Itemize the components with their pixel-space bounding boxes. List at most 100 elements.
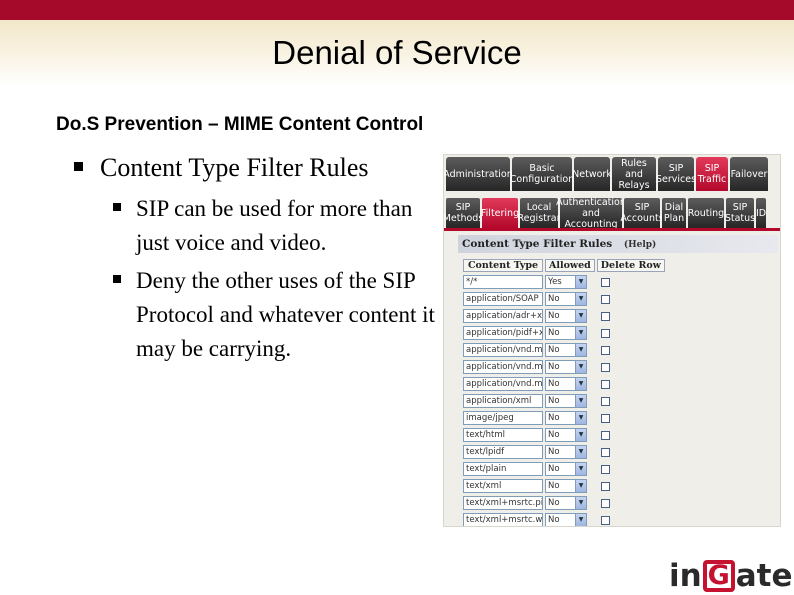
allowed-cell: No ▼ xyxy=(545,513,595,526)
delete-row-checkbox[interactable] xyxy=(600,345,610,355)
content-type-input[interactable]: application/vnd.m xyxy=(463,377,543,391)
delete-row-checkbox[interactable] xyxy=(600,447,610,457)
chevron-down-icon[interactable]: ▼ xyxy=(575,327,586,339)
table-row: application/vnd.m No ▼ xyxy=(463,377,665,391)
chevron-down-icon[interactable]: ▼ xyxy=(575,480,586,492)
tab-sip-traffic[interactable]: SIP Traffic xyxy=(696,157,728,191)
content-type-input[interactable]: text/plain xyxy=(463,462,543,476)
allowed-select[interactable]: No ▼ xyxy=(545,377,587,391)
main-tab-bar: Administration Basic Configuration Network… xyxy=(444,157,780,191)
allowed-select[interactable]: No ▼ xyxy=(545,292,587,306)
tab-sip-accounts[interactable]: SIP Accounts xyxy=(620,198,664,228)
allowed-select[interactable]: No ▼ xyxy=(545,309,587,323)
delete-row-checkbox[interactable] xyxy=(600,481,610,491)
table-row: text/xml+msrtc.pi No ▼ xyxy=(463,496,665,510)
tab-routing[interactable]: Routing xyxy=(688,198,724,228)
delete-row-cell xyxy=(597,309,665,323)
chevron-down-icon[interactable]: ▼ xyxy=(575,310,586,322)
tab-id[interactable]: ID xyxy=(756,198,766,228)
content-type-input[interactable]: text/lpidf xyxy=(463,445,543,459)
tab-network[interactable]: Network xyxy=(572,157,612,191)
table-row: application/pidf+xml No ▼ xyxy=(463,326,665,340)
content-type-input[interactable]: text/xml+msrtc.pi xyxy=(463,496,543,510)
delete-row-checkbox[interactable] xyxy=(600,328,610,338)
delete-row-cell xyxy=(597,462,665,476)
allowed-select-value: No xyxy=(548,328,560,338)
chevron-down-icon[interactable]: ▼ xyxy=(575,378,586,390)
bullet-main-text: Content Type Filter Rules xyxy=(100,153,369,182)
content-type-input[interactable]: application/xml xyxy=(463,394,543,408)
allowed-select[interactable]: No ▼ xyxy=(545,343,587,357)
content-type-input[interactable]: application/vnd.m xyxy=(463,343,543,357)
tab-authentication-and-accounting[interactable]: Authentication and Accounting xyxy=(556,197,626,230)
allowed-select[interactable]: No ▼ xyxy=(545,445,587,459)
chevron-down-icon[interactable]: ▼ xyxy=(575,344,586,356)
delete-row-checkbox[interactable] xyxy=(600,498,610,508)
allowed-select[interactable]: No ▼ xyxy=(545,411,587,425)
allowed-select-value: No xyxy=(548,515,560,525)
delete-row-checkbox[interactable] xyxy=(600,362,610,372)
allowed-select[interactable]: No ▼ xyxy=(545,394,587,408)
content-type-cell: application/xml xyxy=(463,394,543,408)
content-type-input[interactable]: application/adr+xml xyxy=(463,309,543,323)
content-type-cell: text/lpidf xyxy=(463,445,543,459)
allowed-cell: No ▼ xyxy=(545,445,595,459)
content-type-cell: application/vnd.m xyxy=(463,377,543,391)
chevron-down-icon[interactable]: ▼ xyxy=(575,412,586,424)
chevron-down-icon[interactable]: ▼ xyxy=(575,276,586,288)
delete-row-cell xyxy=(597,513,665,526)
delete-row-checkbox[interactable] xyxy=(600,294,610,304)
content-type-input[interactable]: text/html xyxy=(463,428,543,442)
chevron-down-icon[interactable]: ▼ xyxy=(575,497,586,509)
content-type-cell: application/vnd.m xyxy=(463,343,543,357)
tab-basic-configuration[interactable]: Basic Configuration xyxy=(510,157,574,191)
help-link[interactable]: (Help) xyxy=(624,240,656,250)
tab-administration[interactable]: Administration xyxy=(444,157,513,191)
tab-sip-status[interactable]: SIP Status xyxy=(725,198,755,228)
delete-row-cell xyxy=(597,479,665,493)
allowed-cell: No ▼ xyxy=(545,343,595,357)
allowed-select[interactable]: No ▼ xyxy=(545,428,587,442)
tab-rules-and-relays[interactable]: Rules and Relays xyxy=(612,157,656,191)
allowed-select[interactable]: No ▼ xyxy=(545,513,587,526)
chevron-down-icon[interactable]: ▼ xyxy=(575,361,586,373)
tab-failover[interactable]: Failover xyxy=(730,157,768,191)
table-row: text/xml No ▼ xyxy=(463,479,665,493)
allowed-select[interactable]: No ▼ xyxy=(545,326,587,340)
allowed-select[interactable]: No ▼ xyxy=(545,462,587,476)
allowed-select[interactable]: No ▼ xyxy=(545,496,587,510)
delete-row-checkbox[interactable] xyxy=(600,464,610,474)
content-type-input[interactable]: text/xml xyxy=(463,479,543,493)
allowed-select-value: Yes xyxy=(548,277,562,287)
chevron-down-icon[interactable]: ▼ xyxy=(575,463,586,475)
chevron-down-icon[interactable]: ▼ xyxy=(575,293,586,305)
content-type-input[interactable]: image/jpeg xyxy=(463,411,543,425)
content-type-input[interactable]: application/vnd.m xyxy=(463,360,543,374)
tab-local-registrar[interactable]: Local Registrar xyxy=(518,198,561,228)
delete-row-checkbox[interactable] xyxy=(600,413,610,423)
chevron-down-icon[interactable]: ▼ xyxy=(575,514,586,526)
delete-row-checkbox[interactable] xyxy=(600,430,610,440)
delete-row-checkbox[interactable] xyxy=(600,311,610,321)
allowed-cell: No ▼ xyxy=(545,394,595,408)
content-type-input[interactable]: application/SOAP xyxy=(463,292,543,306)
tab-filtering[interactable]: Filtering xyxy=(481,198,519,228)
chevron-down-icon[interactable]: ▼ xyxy=(575,429,586,441)
allowed-select[interactable]: Yes ▼ xyxy=(545,275,587,289)
tab-dial-plan[interactable]: Dial Plan xyxy=(662,198,686,228)
delete-row-checkbox[interactable] xyxy=(600,515,610,525)
tab-sip-services[interactable]: SIP Services xyxy=(656,157,696,191)
tab-sip-methods[interactable]: SIP Methods xyxy=(444,198,483,228)
content-type-input[interactable]: application/pidf+xml xyxy=(463,326,543,340)
bullet-square-icon xyxy=(113,275,121,283)
chevron-down-icon[interactable]: ▼ xyxy=(575,446,586,458)
delete-row-checkbox[interactable] xyxy=(600,396,610,406)
delete-row-checkbox[interactable] xyxy=(600,277,610,287)
allowed-select[interactable]: No ▼ xyxy=(545,360,587,374)
content-type-input[interactable]: text/xml+msrtc.w xyxy=(463,513,543,526)
delete-row-cell xyxy=(597,428,665,442)
chevron-down-icon[interactable]: ▼ xyxy=(575,395,586,407)
content-type-input[interactable]: */* xyxy=(463,275,543,289)
allowed-select[interactable]: No ▼ xyxy=(545,479,587,493)
delete-row-checkbox[interactable] xyxy=(600,379,610,389)
